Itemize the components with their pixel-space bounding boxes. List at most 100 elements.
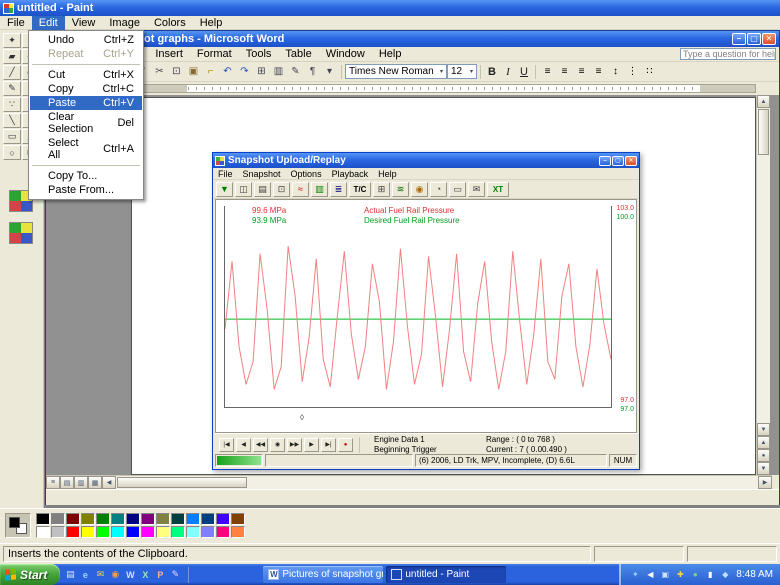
edit-menu-item-paste-from[interactable]: Paste From... (30, 183, 142, 197)
paint-button[interactable]: ✎ (168, 568, 182, 582)
scroll-right-icon[interactable]: ▶ (758, 476, 772, 489)
position-marker-icon[interactable]: ◊ (300, 413, 304, 422)
font-name-combo[interactable]: Times New Roman ▾ (345, 64, 447, 79)
redo-button[interactable]: ↷ (236, 64, 253, 80)
powerpoint-button[interactable]: P (153, 568, 167, 582)
copy-button[interactable]: ⊡ (273, 182, 290, 197)
color-swatch[interactable] (156, 513, 170, 525)
snapshot-menu-playback[interactable]: Playback (327, 169, 374, 179)
internet-explorer-button[interactable]: e (78, 568, 92, 582)
edit-menu-item-undo[interactable]: UndoCtrl+Z (30, 33, 142, 47)
font-size-combo[interactable]: 12 ▾ (447, 64, 477, 79)
volume-button[interactable]: ◀ (644, 569, 656, 581)
tool-rectangle[interactable]: ▭ (3, 129, 21, 144)
color-swatch[interactable] (36, 526, 50, 538)
underline-button[interactable]: U (516, 64, 532, 80)
paste-button[interactable]: ▣ (185, 64, 202, 80)
edit-menu-item-copy[interactable]: CopyCtrl+C (30, 82, 142, 96)
tool-airbrush[interactable]: ∵ (3, 97, 21, 112)
color-swatch[interactable] (216, 526, 230, 538)
foreground-background-color-selector[interactable] (5, 513, 31, 538)
color-swatch[interactable] (141, 526, 155, 538)
color-swatch[interactable] (96, 526, 110, 538)
record-button-button[interactable]: ● (338, 438, 353, 452)
stopwatch-button[interactable]: ◔ (430, 182, 447, 197)
play-button-button[interactable]: ▶ (304, 438, 319, 452)
print-button[interactable]: ▤ (254, 182, 271, 197)
tool-pick-color[interactable]: ╱ (3, 65, 21, 80)
taskbar-button-word-document[interactable]: W Pictures of snapshot gra... (263, 566, 383, 583)
scroll-left-icon[interactable]: ◀ (102, 476, 116, 489)
snapshot-menu-options[interactable]: Options (286, 169, 327, 179)
color-swatch[interactable] (111, 526, 125, 538)
usb-button[interactable]: ◆ (719, 569, 731, 581)
justify-button[interactable]: ≡ (590, 64, 607, 80)
numbering-button[interactable]: ⋮ (624, 64, 641, 80)
edit-menu-item-clear-selection[interactable]: Clear SelectionDel (30, 110, 142, 136)
edit-menu-item-select-all[interactable]: Select AllCtrl+A (30, 136, 142, 162)
close-button[interactable]: ✕ (762, 33, 776, 45)
horizontal-scrollbar[interactable]: ≡▤▥▦ ◀ ▶ (46, 475, 772, 489)
color-swatch[interactable] (201, 513, 215, 525)
align-right-button[interactable]: ≡ (573, 64, 590, 80)
snapshot-menu-help[interactable]: Help (373, 169, 402, 179)
update-button[interactable]: ● (689, 569, 701, 581)
mail-button[interactable]: ✉ (468, 182, 485, 197)
format-painter-button[interactable]: ⌐ (202, 64, 219, 80)
italic-button[interactable]: I (500, 64, 516, 80)
color-swatch[interactable] (66, 526, 80, 538)
paint-menu-edit[interactable]: Edit (32, 16, 65, 30)
color-swatch[interactable] (126, 513, 140, 525)
go-to-start-button-button[interactable]: |◀ (219, 438, 234, 452)
print-layout-button[interactable]: ▥ (74, 476, 88, 489)
color-swatch[interactable] (81, 513, 95, 525)
minimize-button[interactable]: – (599, 156, 611, 166)
word-menu-tools[interactable]: Tools (239, 47, 279, 61)
taskbar-button-paint[interactable]: untitled - Paint (386, 566, 506, 583)
color-swatch[interactable] (231, 526, 245, 538)
paint-menu-view[interactable]: View (65, 16, 103, 30)
color-swatch[interactable] (51, 526, 65, 538)
tool-eraser[interactable]: ▰ (3, 49, 21, 64)
word-button[interactable]: W (123, 568, 137, 582)
network-button[interactable]: ▣ (659, 569, 671, 581)
gauge-button[interactable]: ◉ (411, 182, 428, 197)
snapshot-menu-snapshot[interactable]: Snapshot (238, 169, 286, 179)
start-button[interactable]: Start (0, 564, 60, 585)
line-spacing-button[interactable]: ↕ (607, 64, 624, 80)
messenger-button[interactable]: ✦ (629, 569, 641, 581)
grid-button[interactable]: ⊞ (373, 182, 390, 197)
color-swatch[interactable] (66, 513, 80, 525)
play-reverse-button-button[interactable]: ◀ (236, 438, 251, 452)
paint-menu-help[interactable]: Help (193, 16, 230, 30)
scroll-down-icon[interactable]: ▼ (757, 423, 770, 436)
word-menu-insert[interactable]: Insert (148, 47, 190, 61)
normal-view-button[interactable]: ≡ (46, 476, 60, 489)
drawing-button[interactable]: ✎ (287, 64, 304, 80)
zoom-button[interactable]: ▾ (321, 64, 338, 80)
web-layout-button[interactable]: ▤ (60, 476, 74, 489)
word-menu-window[interactable]: Window (319, 47, 372, 61)
select-browse-object-button[interactable]: ● (757, 449, 770, 462)
word-menu-help[interactable]: Help (372, 47, 409, 61)
excel-button[interactable]: X (138, 568, 152, 582)
scrollbar-thumb[interactable] (758, 109, 769, 155)
maximize-button[interactable]: ▢ (612, 156, 624, 166)
outline-view-button[interactable]: ▦ (88, 476, 102, 489)
color-swatch[interactable] (171, 526, 185, 538)
color-swatch[interactable] (51, 513, 65, 525)
units-button[interactable]: ≋ (392, 182, 409, 197)
antivirus-button[interactable]: ✚ (674, 569, 686, 581)
scrollbar-thumb[interactable] (117, 477, 247, 488)
undo-button[interactable]: ↶ (219, 64, 236, 80)
save-button[interactable]: ◫ (235, 182, 252, 197)
xt-button[interactable]: XT (487, 182, 509, 197)
next-page-button[interactable]: ▼ (757, 462, 770, 475)
data-list-button[interactable]: ≣ (330, 182, 347, 197)
media-player-button[interactable]: ◉ (108, 568, 122, 582)
snapshot-menu-file[interactable]: File (213, 169, 238, 179)
go-to-end-button-button[interactable]: ▶| (321, 438, 336, 452)
edit-menu-item-copy-to[interactable]: Copy To... (30, 169, 142, 183)
show-desktop-button[interactable]: ▤ (63, 568, 77, 582)
show-hide-button[interactable]: ¶ (304, 64, 321, 80)
